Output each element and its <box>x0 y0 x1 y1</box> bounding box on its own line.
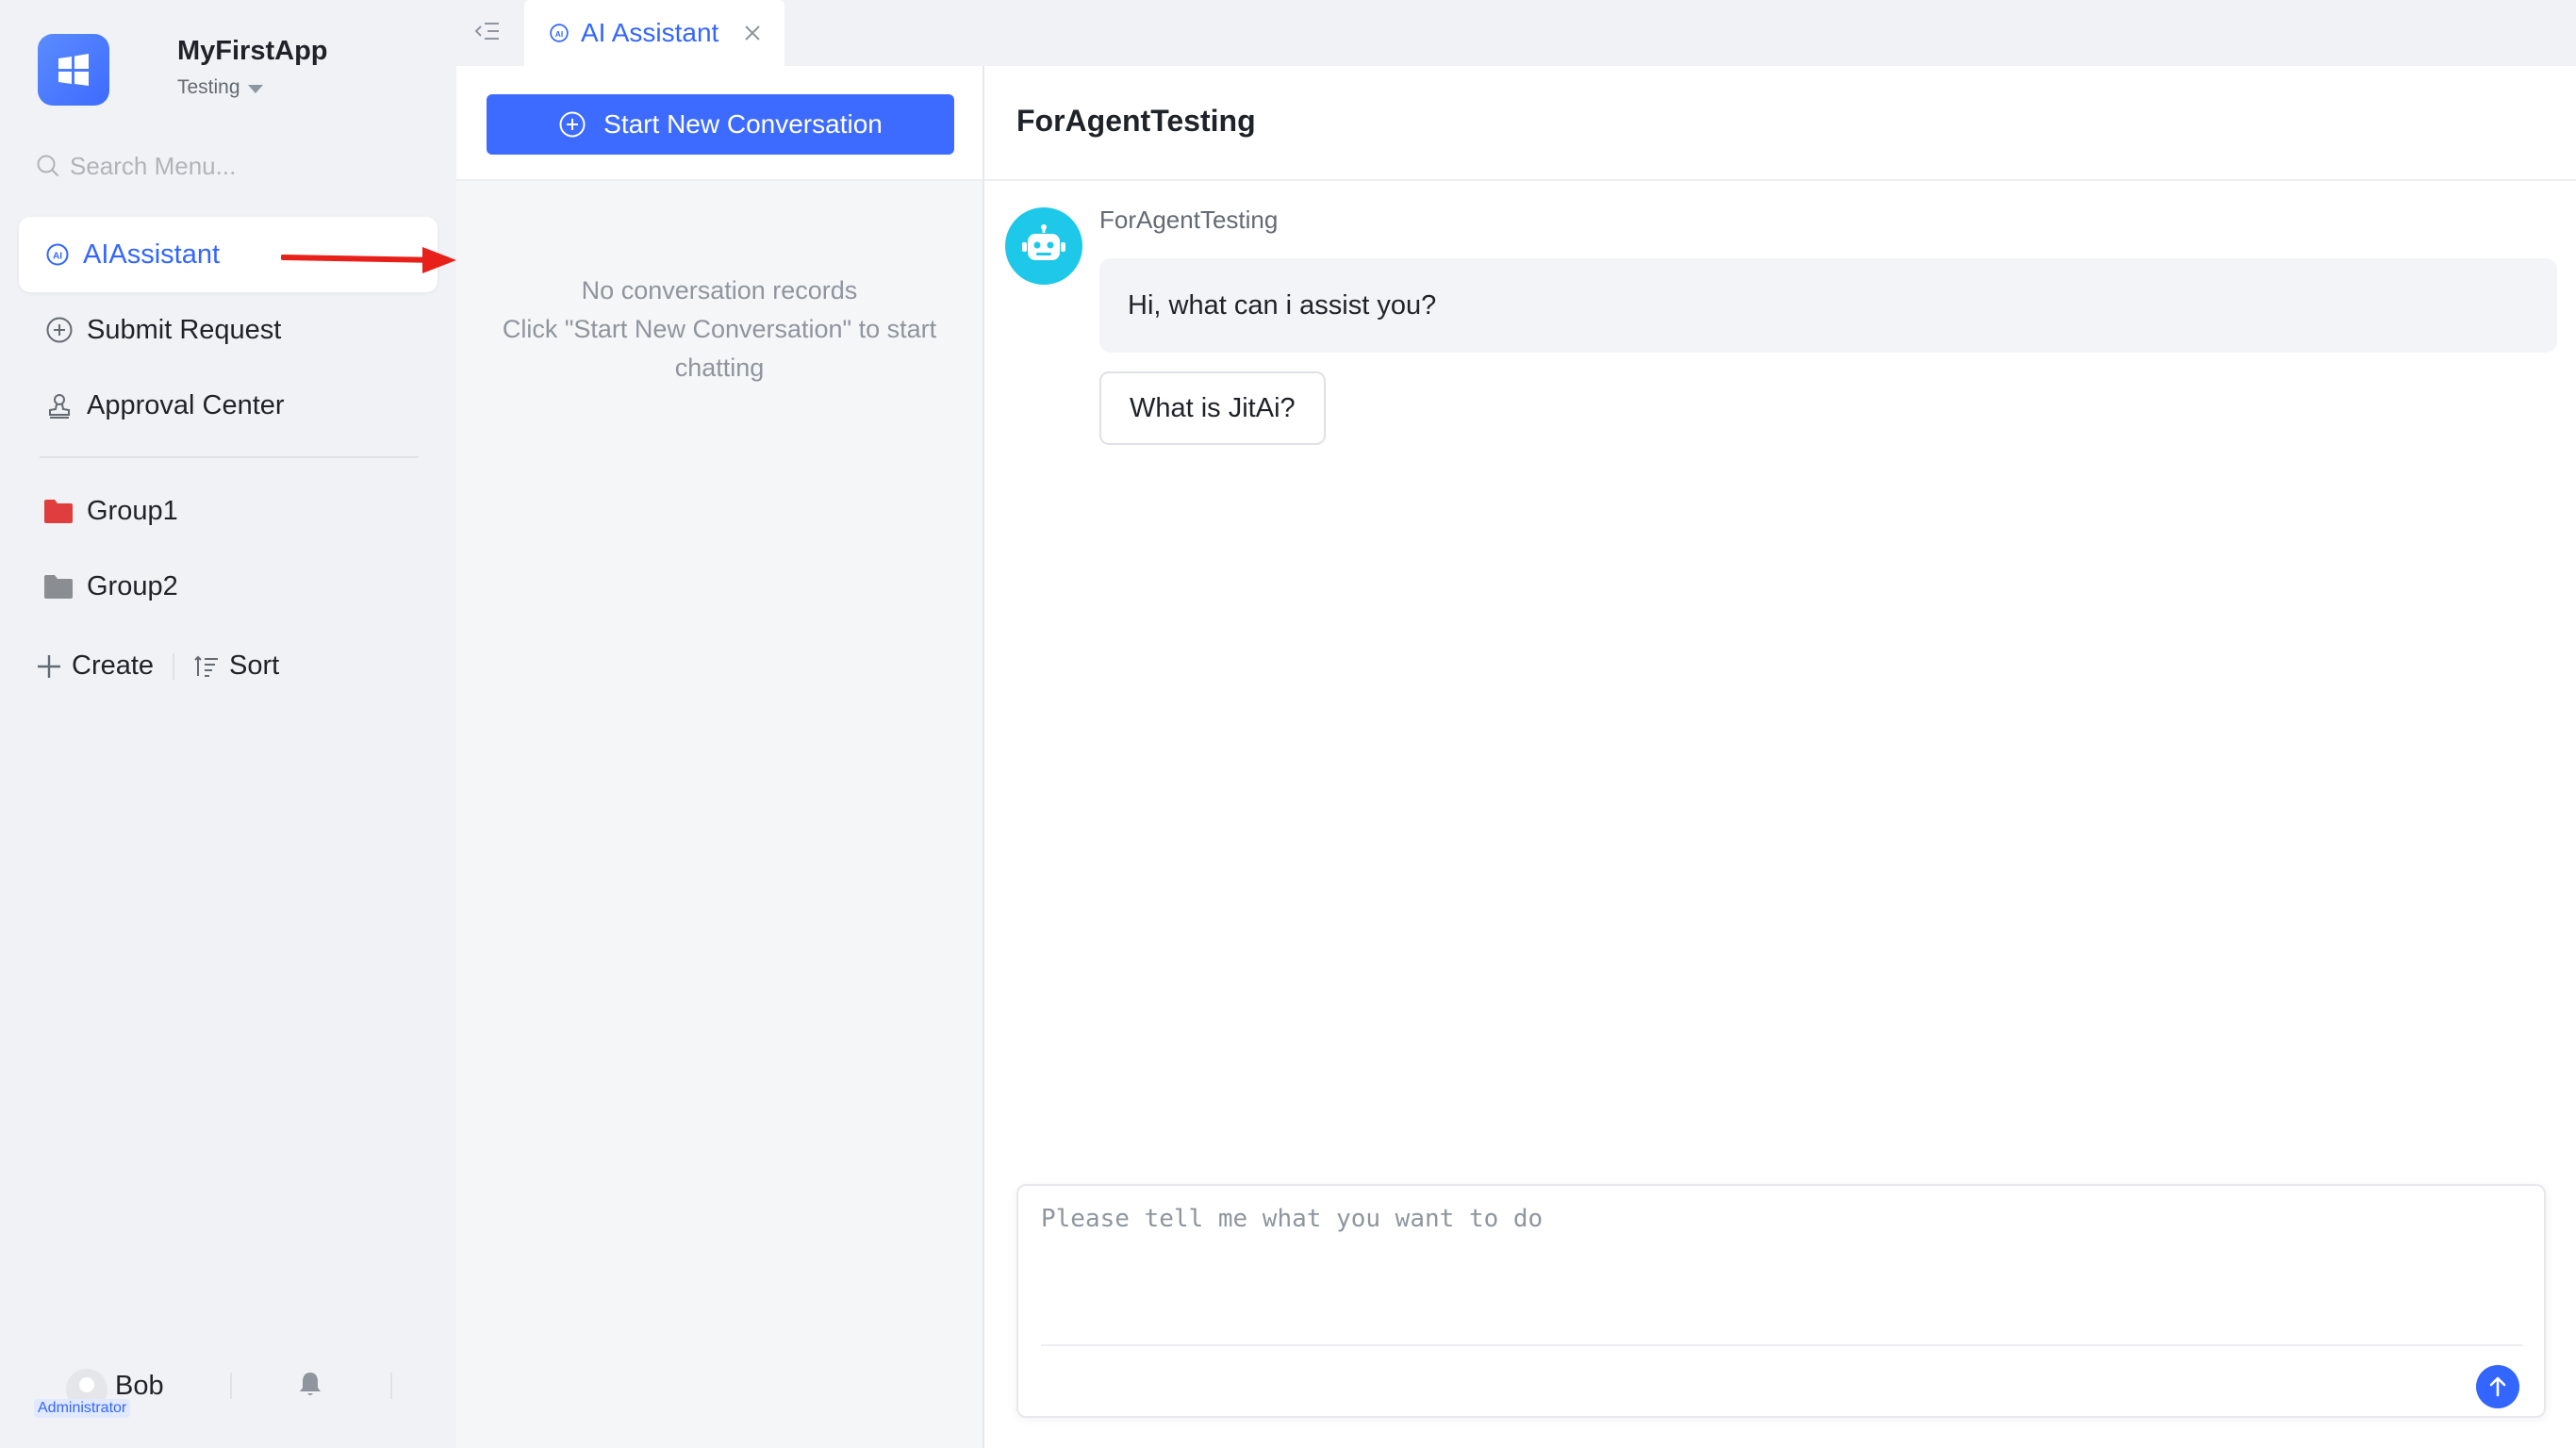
chat-panel: ForAgentTesting ForAgentTesting Hi, what… <box>984 66 2576 1448</box>
arrow-up-icon <box>2489 1376 2506 1397</box>
bot-avatar <box>1005 207 1082 285</box>
ai-icon: AI <box>46 243 69 266</box>
user-role-badge: Administrator <box>34 1399 131 1418</box>
group-item-group2[interactable]: Group2 <box>43 558 178 615</box>
bot-message-text: Hi, what can i assist you? <box>1128 289 1437 321</box>
app-name: MyFirstApp <box>177 36 328 66</box>
user-name[interactable]: Bob <box>115 1371 164 1402</box>
actions-divider <box>173 652 175 680</box>
tab-label: AI Assistant <box>581 18 719 47</box>
group-label: Group2 <box>87 570 178 601</box>
sort-label: Sort <box>229 650 280 681</box>
suggested-question-label: What is JitAi? <box>1130 392 1296 423</box>
folder-icon <box>44 575 73 599</box>
plus-icon <box>38 654 60 678</box>
empty-state-title: No conversation records <box>581 276 858 304</box>
create-button[interactable]: Create <box>36 650 154 682</box>
conversation-list-panel: Start New Conversation No conversation r… <box>456 66 984 1448</box>
chat-header: ForAgentTesting <box>984 66 2576 181</box>
menu-item-approval-center[interactable]: Approval Center <box>19 368 438 443</box>
menu-item-label: AIAssistant <box>83 239 221 270</box>
collapse-sidebar-button[interactable] <box>473 19 502 50</box>
conversation-list-header: Start New Conversation <box>456 66 983 181</box>
group-item-group1[interactable]: Group1 <box>43 483 178 539</box>
create-label: Create <box>72 650 155 681</box>
chat-input-box <box>1016 1184 2546 1418</box>
bell-icon <box>300 1373 321 1395</box>
svg-text:AI: AI <box>53 252 62 262</box>
menu-item-submit-request[interactable]: Submit Request <box>19 292 438 368</box>
folder-icon <box>44 500 73 523</box>
sort-button[interactable]: Sort <box>193 650 279 682</box>
menu-divider <box>40 456 419 458</box>
app-header[interactable]: MyFirstApp Testing <box>38 34 328 106</box>
search-menu[interactable]: Search Menu... <box>36 147 413 185</box>
windows-icon <box>58 54 89 86</box>
start-new-conversation-label: Start New Conversation <box>603 109 883 139</box>
notifications-button[interactable] <box>298 1371 322 1402</box>
send-button[interactable] <box>2476 1365 2519 1408</box>
plus-circle-icon <box>559 111 586 138</box>
sidebar-actions: Create Sort <box>36 650 279 682</box>
svg-text:AI: AI <box>555 29 563 39</box>
environment-selector[interactable]: Testing <box>177 76 460 99</box>
plus-circle-icon <box>46 317 73 343</box>
user-bar-divider <box>390 1373 392 1399</box>
start-new-conversation-button[interactable]: Start New Conversation <box>487 94 954 155</box>
close-icon[interactable] <box>743 24 762 42</box>
user-bar-divider <box>230 1373 232 1399</box>
bot-message: Hi, what can i assist you? <box>1099 258 2557 353</box>
stamp-icon <box>49 394 70 419</box>
group-label: Group1 <box>87 495 178 526</box>
empty-state-hint: Click "Start New Conversation" to start … <box>502 315 937 382</box>
user-bar: Bob Administrator <box>34 1358 421 1423</box>
suggested-question-button[interactable]: What is JitAi? <box>1099 371 1326 445</box>
tab-bar: AI AI Assistant <box>456 0 2576 66</box>
empty-state: No conversation records Click "Start New… <box>456 272 983 387</box>
sidebar: MyFirstApp Testing Search Menu... AI AIA… <box>0 0 456 1448</box>
caret-down-icon <box>247 84 263 93</box>
sort-icon <box>194 655 219 677</box>
collapse-icon <box>474 23 499 40</box>
app-logo <box>38 34 109 106</box>
chat-input[interactable] <box>1041 1205 2521 1318</box>
bot-name: ForAgentTesting <box>1099 206 1279 234</box>
menu-item-label: Submit Request <box>87 314 282 345</box>
chat-title: ForAgentTesting <box>1016 104 1256 138</box>
input-divider <box>1041 1344 2523 1346</box>
search-input[interactable]: Search Menu... <box>70 152 236 181</box>
robot-icon <box>1022 224 1065 260</box>
environment-label: Testing <box>177 76 240 98</box>
tab-ai-assistant[interactable]: AI AI Assistant <box>524 0 784 66</box>
menu-item-label: Approval Center <box>87 389 285 420</box>
ai-icon: AI <box>550 24 569 42</box>
search-icon <box>37 155 58 176</box>
annotation-arrow <box>281 247 456 273</box>
